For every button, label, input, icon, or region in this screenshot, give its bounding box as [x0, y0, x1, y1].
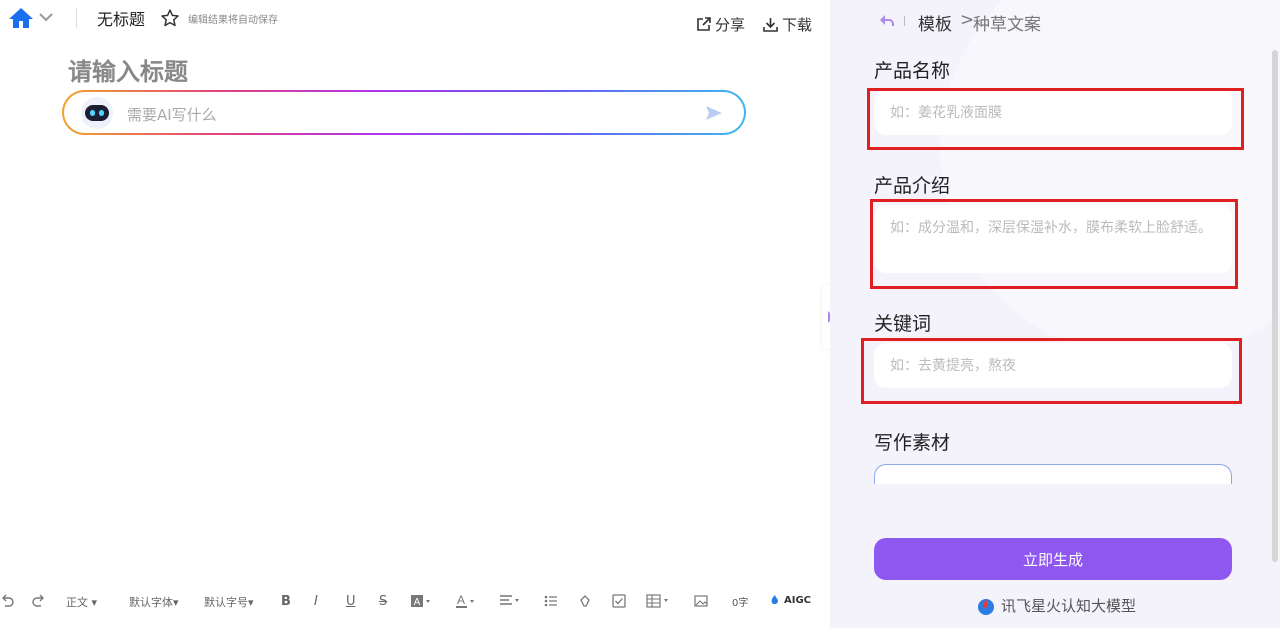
star-icon[interactable]	[160, 8, 180, 28]
aigc-label: AIGC	[784, 594, 812, 606]
font-size-label: 默认字号	[204, 596, 248, 609]
ai-prompt-bar[interactable]: 需要AI写什么	[62, 90, 746, 135]
divider	[904, 16, 905, 26]
svg-text:A: A	[414, 597, 421, 608]
generate-button[interactable]: 立即生成	[874, 538, 1232, 580]
clear-format-icon[interactable]	[578, 594, 592, 608]
format-toolbar: 正文 ▾ 默认字体 ▾ 默认字号 ▾ B I U S A A 0字 AIGC	[0, 590, 830, 616]
highlight-box	[867, 88, 1244, 150]
font-family-select[interactable]: 默认字体 ▾	[129, 594, 179, 610]
download-icon	[762, 16, 779, 33]
writing-material-label: 写作素材	[874, 432, 951, 454]
title-input[interactable]: 请输入标题	[68, 52, 188, 87]
font-family-label: 默认字体	[129, 596, 173, 609]
font-color-icon[interactable]: A	[455, 594, 477, 608]
template-panel: 模板 > 种草文案 产品名称 如：姜花乳液面膜 产品介绍 如：成分温和，深层保湿…	[830, 0, 1280, 628]
bullet-list-icon[interactable]	[544, 594, 558, 608]
bold-icon[interactable]: B	[281, 594, 291, 609]
share-icon	[695, 16, 712, 33]
divider	[76, 8, 77, 28]
keywords-label: 关键词	[874, 313, 932, 335]
download-button[interactable]: 下载	[762, 14, 812, 35]
product-name-label: 产品名称	[874, 60, 951, 82]
align-icon[interactable]	[499, 594, 523, 608]
highlight-box	[870, 199, 1238, 289]
table-icon[interactable]	[646, 594, 672, 608]
word-count: 0字	[732, 598, 749, 609]
home-icon[interactable]	[8, 6, 34, 30]
brand-label: 讯飞星火认知大模型	[1001, 597, 1137, 615]
italic-icon[interactable]: I	[314, 594, 318, 609]
product-intro-label: 产品介绍	[874, 175, 951, 197]
checkbox-icon[interactable]	[612, 594, 626, 608]
redo-icon[interactable]	[32, 594, 46, 608]
aigc-logo-icon	[771, 595, 778, 605]
document-title[interactable]: 无标题	[97, 6, 145, 30]
brand-footer: 讯飞星火认知大模型	[976, 595, 1136, 616]
font-size-select[interactable]: 默认字号 ▾	[204, 594, 254, 610]
share-button[interactable]: 分享	[695, 14, 745, 35]
editor-area: 无标题 编辑结果将自动保存 分享 下载 请输入标题 需要AI写什么 正文 ▾ 默…	[0, 0, 830, 628]
paragraph-style-select[interactable]: 正文 ▾	[66, 594, 97, 610]
ai-prompt-input[interactable]: 需要AI写什么	[127, 104, 217, 125]
panel-scrollbar[interactable]	[1272, 50, 1278, 562]
paragraph-style-label: 正文	[66, 596, 88, 609]
chevron-down-icon[interactable]	[38, 11, 54, 23]
highlight-icon[interactable]: A	[410, 594, 432, 608]
undo-icon[interactable]	[0, 594, 14, 608]
underline-icon[interactable]: U	[346, 594, 356, 609]
share-label: 分享	[715, 16, 746, 34]
aigc-button[interactable]: AIGC	[769, 594, 811, 606]
breadcrumb-templates[interactable]: 模板	[918, 10, 952, 35]
image-icon[interactable]	[694, 594, 708, 608]
download-label: 下载	[782, 16, 813, 34]
send-icon[interactable]	[704, 103, 724, 123]
highlight-box	[861, 338, 1242, 404]
robot-icon	[79, 96, 115, 130]
spark-logo-icon	[976, 596, 996, 616]
strikethrough-icon[interactable]: S	[379, 594, 387, 609]
breadcrumb-current: 种草文案	[973, 15, 1041, 35]
back-icon[interactable]	[878, 12, 896, 30]
svg-text:A: A	[457, 594, 465, 607]
autosave-note: 编辑结果将自动保存	[188, 15, 278, 26]
